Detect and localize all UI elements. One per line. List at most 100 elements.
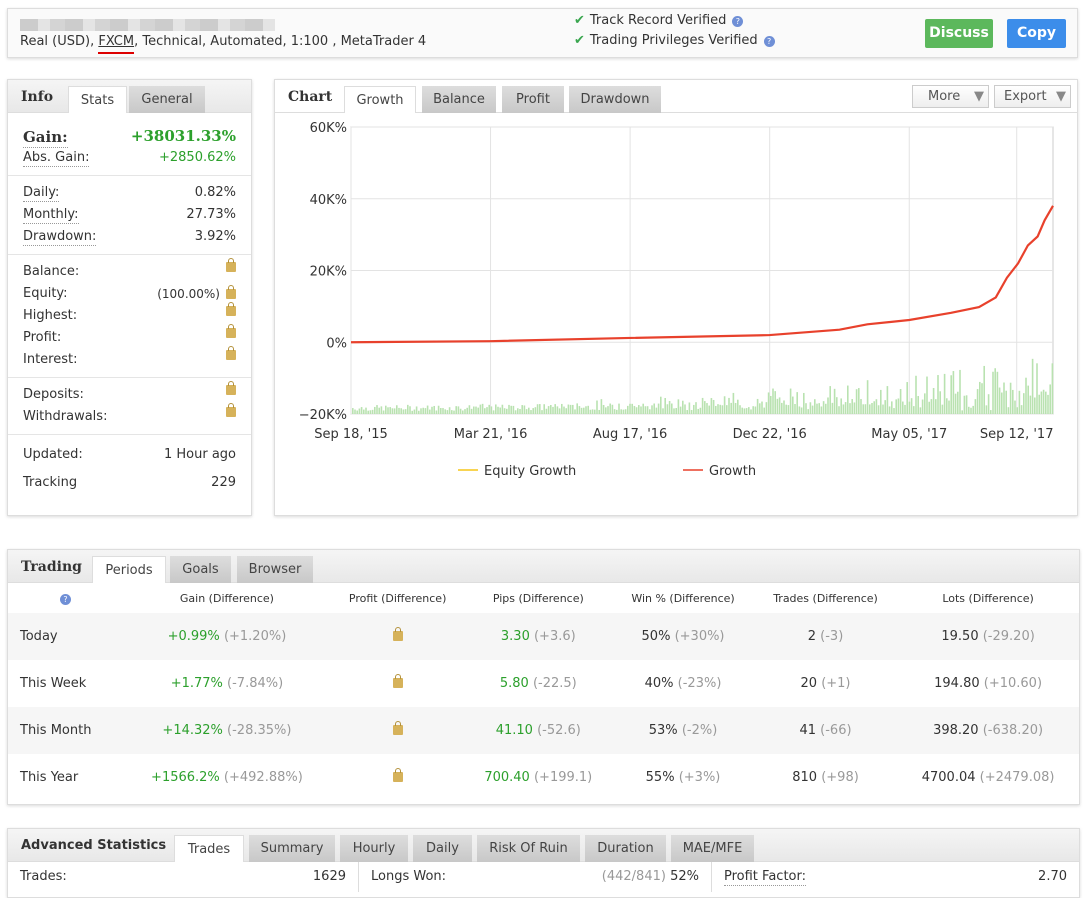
- tab-browser[interactable]: Browser: [237, 556, 313, 583]
- volume-bar: [411, 411, 413, 414]
- volume-bar: [596, 401, 598, 414]
- volume-bar: [898, 398, 900, 414]
- tab-daily[interactable]: Daily: [413, 835, 472, 862]
- volume-bar: [708, 406, 710, 414]
- tab-hourly[interactable]: Hourly: [340, 835, 408, 862]
- tab-drawdown[interactable]: Drawdown: [569, 86, 661, 113]
- volume-bar: [416, 406, 418, 414]
- volume-bar: [816, 404, 818, 414]
- account-header: Real (USD), FXCM, Technical, Automated, …: [7, 8, 1078, 58]
- help-icon[interactable]: ?: [60, 594, 71, 605]
- tab-growth[interactable]: Growth: [344, 86, 416, 113]
- volume-bar: [433, 406, 435, 414]
- value: +0.99%: [168, 629, 220, 644]
- help-icon[interactable]: ?: [732, 16, 743, 27]
- volume-bar: [777, 399, 779, 414]
- tab-general[interactable]: General: [129, 86, 205, 113]
- volume-bar: [867, 380, 869, 414]
- difference: (+3.6): [534, 629, 576, 644]
- longs-won-fraction: (442/841): [602, 869, 666, 884]
- volume-bar: [385, 406, 387, 414]
- broker-link[interactable]: FXCM: [98, 34, 134, 54]
- volume-bar: [653, 403, 655, 414]
- tab-duration[interactable]: Duration: [585, 835, 666, 862]
- value: 53%: [649, 723, 678, 738]
- volume-bar: [858, 388, 860, 414]
- col-lots: Lots (Difference): [897, 583, 1079, 613]
- growth-chart[interactable]: 60K%40K%20K%0%−20K%Sep 18, '15Mar 21, '1…: [275, 114, 1079, 514]
- volume-bar: [623, 410, 625, 414]
- volume-bar: [524, 405, 526, 414]
- volume-bar: [801, 407, 803, 414]
- volume-bar: [504, 408, 506, 414]
- difference: (+3%): [679, 770, 721, 785]
- volume-bar: [719, 405, 721, 414]
- volume-bar: [805, 403, 807, 414]
- help-icon[interactable]: ?: [764, 36, 775, 47]
- lock-icon: [393, 631, 403, 641]
- volume-bar: [473, 407, 475, 414]
- tab-goals[interactable]: Goals: [170, 556, 231, 583]
- discuss-button[interactable]: Discuss: [925, 19, 993, 48]
- volume-bar: [594, 410, 596, 414]
- volume-bar: [532, 408, 534, 414]
- more-dropdown[interactable]: More▼: [912, 85, 989, 108]
- volume-bar: [561, 404, 563, 414]
- volume-bar: [836, 397, 838, 414]
- volume-bar: [928, 402, 930, 414]
- advanced-stats-panel: Advanced Statistics Trades Summary Hourl…: [7, 828, 1080, 898]
- volume-bar: [992, 372, 994, 414]
- tab-profit[interactable]: Profit: [502, 86, 564, 113]
- volume-bar: [365, 408, 367, 414]
- volume-bar: [627, 406, 629, 414]
- volume-bar: [537, 404, 539, 414]
- tab-balance[interactable]: Balance: [422, 86, 496, 113]
- volume-bar: [462, 410, 464, 414]
- difference: (+199.1): [534, 770, 592, 785]
- volume-bar: [482, 404, 484, 414]
- export-dropdown[interactable]: Export▼: [994, 85, 1071, 108]
- difference: (-2%): [682, 723, 717, 738]
- col-trades: Trades (Difference): [754, 583, 897, 613]
- volume-bar: [579, 406, 581, 414]
- volume-bar: [438, 406, 440, 414]
- volume-bar: [942, 405, 944, 414]
- volume-bar: [768, 392, 770, 414]
- volume-bar: [990, 410, 992, 414]
- table-row: Today +0.99% (+1.20%) 3.30 (+3.6) 50% (+…: [8, 613, 1079, 660]
- check-icon: ✔: [574, 13, 585, 28]
- volume-bar: [563, 407, 565, 414]
- tab-periods[interactable]: Periods: [92, 556, 166, 583]
- tab-stats[interactable]: Stats: [68, 86, 127, 113]
- copy-button[interactable]: Copy: [1007, 19, 1066, 48]
- lock-icon: [393, 772, 403, 782]
- volume-bar: [631, 404, 633, 414]
- volume-bar: [988, 394, 990, 414]
- account-info: Real (USD), FXCM, Technical, Automated, …: [20, 34, 426, 49]
- volume-bar: [794, 404, 796, 414]
- tab-summary[interactable]: Summary: [249, 835, 335, 862]
- volume-bar: [876, 399, 878, 414]
- volume-bar: [440, 408, 442, 414]
- volume-bar: [491, 406, 493, 414]
- difference: (-23%): [678, 676, 722, 691]
- volume-bar: [983, 366, 985, 414]
- volume-bar: [840, 398, 842, 414]
- daily-label: Daily:: [23, 184, 59, 202]
- tab-risk-of-ruin[interactable]: Risk Of Ruin: [477, 835, 580, 862]
- advanced-title: Advanced Statistics: [21, 838, 166, 853]
- tab-trades[interactable]: Trades: [174, 835, 244, 862]
- x-tick-label: Aug 17, '16: [593, 427, 667, 442]
- difference: (-29.20): [983, 629, 1035, 644]
- lock-icon: [393, 725, 403, 735]
- volume-bar: [447, 410, 449, 414]
- volume-bar: [684, 404, 686, 414]
- volume-bar: [730, 403, 732, 414]
- volume-bar: [535, 407, 537, 414]
- tab-mae-mfe[interactable]: MAE/MFE: [671, 835, 754, 862]
- balance-label: Balance:: [23, 261, 79, 283]
- volume-bar: [920, 407, 922, 414]
- volume-bar: [493, 410, 495, 414]
- volume-bar: [873, 401, 875, 414]
- x-tick-label: Sep 12, '17: [980, 427, 1054, 442]
